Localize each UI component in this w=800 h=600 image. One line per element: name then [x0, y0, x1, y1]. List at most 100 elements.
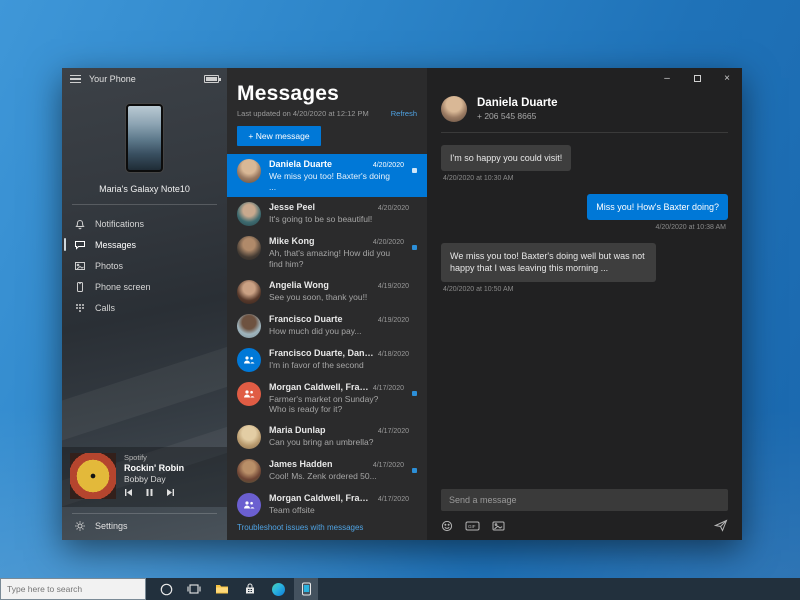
conversation-item[interactable]: Daniela Duarte 4/20/2020 We miss you too…: [227, 154, 427, 197]
taskbar: [0, 578, 800, 600]
people-icon: [243, 500, 255, 510]
phone-icon: [74, 281, 86, 293]
conversation-item[interactable]: Jesse Peel 4/20/2020 It's going to be so…: [227, 197, 427, 231]
conversation-name: Morgan Caldwell, Francisco ...: [269, 382, 369, 392]
close-button[interactable]: ×: [712, 68, 742, 88]
settings-label: Settings: [95, 521, 128, 531]
conversation-item[interactable]: Angelia Wong 4/19/2020 See you soon, tha…: [227, 275, 427, 309]
conversation-date: 4/17/2020: [378, 496, 409, 503]
edge-icon: [272, 583, 285, 596]
conversation-date: 4/20/2020: [378, 205, 409, 212]
taskbar-search: [0, 578, 146, 600]
sidebar-item-calls[interactable]: Calls: [62, 297, 227, 318]
sidebar-item-label: Photos: [95, 261, 123, 271]
search-input[interactable]: [1, 584, 145, 594]
unread-indicator: [412, 168, 417, 173]
conversation-item[interactable]: James Hadden 4/17/2020 Cool! Ms. Zenk or…: [227, 454, 427, 488]
bell-icon: [74, 218, 86, 230]
avatar: [237, 202, 261, 226]
sidebar-item-notifications[interactable]: Notifications: [62, 213, 227, 234]
phone-preview: [126, 104, 163, 172]
avatar: [237, 459, 261, 483]
conversation-name: Morgan Caldwell, Francisco ...: [269, 493, 374, 503]
minimize-button[interactable]: –: [652, 68, 682, 88]
troubleshoot-link[interactable]: Troubleshoot issues with messages: [227, 519, 427, 540]
previous-track-button[interactable]: [124, 488, 133, 497]
task-view-button[interactable]: [182, 578, 206, 600]
conversation-date: 4/20/2020: [373, 162, 404, 169]
conversation-name: Jesse Peel: [269, 202, 374, 212]
emoji-button[interactable]: [441, 520, 453, 532]
contact-name: Daniela Duarte: [477, 97, 558, 109]
page-title: Messages: [237, 82, 417, 106]
conversation-item[interactable]: Francisco Duarte 4/19/2020 How much did …: [227, 309, 427, 343]
conversation-item[interactable]: Francisco Duarte, Daniela ... 4/18/2020 …: [227, 343, 427, 377]
conversation-item[interactable]: Morgan Caldwell, Francisco ... 4/17/2020…: [227, 377, 427, 420]
gear-icon: [74, 520, 86, 532]
your-phone-taskbar-button[interactable]: [294, 578, 318, 600]
edge-button[interactable]: [266, 578, 290, 600]
sent-message: Miss you! How's Baxter doing?: [587, 194, 728, 220]
received-message: We miss you too! Baxter's doing well but…: [441, 243, 656, 281]
unread-indicator: [412, 468, 417, 473]
sidebar-item-label: Notifications: [95, 219, 144, 229]
last-updated-text: Last updated on 4/20/2020 at 12:12 PM: [237, 109, 369, 118]
message-input[interactable]: [441, 489, 728, 511]
next-track-button[interactable]: [166, 488, 175, 497]
battery-icon: [204, 75, 219, 83]
avatar: [237, 314, 261, 338]
message-timestamp: 4/20/2020 at 10:38 AM: [656, 224, 726, 231]
player-service: Spotify: [124, 453, 184, 462]
sidebar-item-messages[interactable]: Messages: [62, 234, 227, 255]
people-icon: [243, 355, 255, 365]
sidebar-item-phone-screen[interactable]: Phone screen: [62, 276, 227, 297]
conversation-item[interactable]: Maria Dunlap 4/17/2020 Can you bring an …: [227, 420, 427, 454]
send-button[interactable]: [714, 519, 728, 532]
conversation-item[interactable]: Mike Kong 4/20/2020 Ah, that's amazing! …: [227, 231, 427, 274]
contact-avatar: [441, 96, 467, 122]
conversation-name: James Hadden: [269, 459, 369, 469]
conversation-preview: It's going to be so beautiful!: [269, 214, 409, 225]
conversation-preview: Team offsite: [269, 505, 409, 516]
cortana-button[interactable]: [154, 578, 178, 600]
image-attach-button[interactable]: [492, 520, 505, 532]
app-title: Your Phone: [89, 74, 196, 84]
message-composer: GIF: [427, 489, 742, 540]
speech-bubble-icon: [74, 239, 86, 251]
sidebar-item-label: Calls: [95, 303, 115, 313]
avatar: [237, 236, 261, 260]
media-player-card: Spotify Rockin' Robin Bobby Day: [62, 447, 227, 507]
conversation-preview: Ah, that's amazing! How did you find him…: [269, 248, 404, 269]
conversation-preview: See you soon, thank you!!: [269, 292, 409, 303]
hamburger-menu-icon[interactable]: [70, 75, 81, 84]
conversation-preview: How much did you pay...: [269, 326, 409, 337]
pause-button[interactable]: [145, 488, 154, 497]
sidebar-item-label: Phone screen: [95, 282, 151, 292]
people-icon: [243, 389, 255, 399]
avatar: [237, 425, 261, 449]
conversation-item[interactable]: Morgan Caldwell, Francisco ... 4/17/2020…: [227, 488, 427, 519]
store-bag-icon: [244, 583, 256, 595]
sidebar-item-photos[interactable]: Photos: [62, 255, 227, 276]
conversation-date: 4/19/2020: [378, 283, 409, 290]
conversation-preview: Can you bring an umbrella?: [269, 437, 409, 448]
unread-indicator: [412, 391, 417, 396]
photo-icon: [74, 260, 86, 272]
conversation-date: 4/18/2020: [378, 351, 409, 358]
conversation-name: Francisco Duarte: [269, 314, 374, 324]
file-explorer-button[interactable]: [210, 578, 234, 600]
dialpad-icon: [74, 302, 86, 314]
group-avatar: [237, 382, 261, 406]
maximize-button[interactable]: [682, 68, 712, 88]
sidebar-nav: Notifications Messages Photos Phone scre…: [62, 205, 227, 318]
new-message-button[interactable]: + New message: [237, 126, 321, 146]
message-list: I'm so happy you could visit! 4/20/2020 …: [427, 133, 742, 489]
conversation-name: Mike Kong: [269, 236, 369, 246]
microsoft-store-button[interactable]: [238, 578, 262, 600]
sidebar-item-settings[interactable]: Settings: [62, 514, 227, 540]
refresh-link[interactable]: Refresh: [391, 109, 417, 118]
conversation-name: Maria Dunlap: [269, 425, 374, 435]
contact-phone: + 206 545 8665: [477, 111, 558, 121]
gif-button[interactable]: GIF: [465, 520, 480, 532]
conversation-preview: Cool! Ms. Zenk ordered 50...: [269, 471, 404, 482]
